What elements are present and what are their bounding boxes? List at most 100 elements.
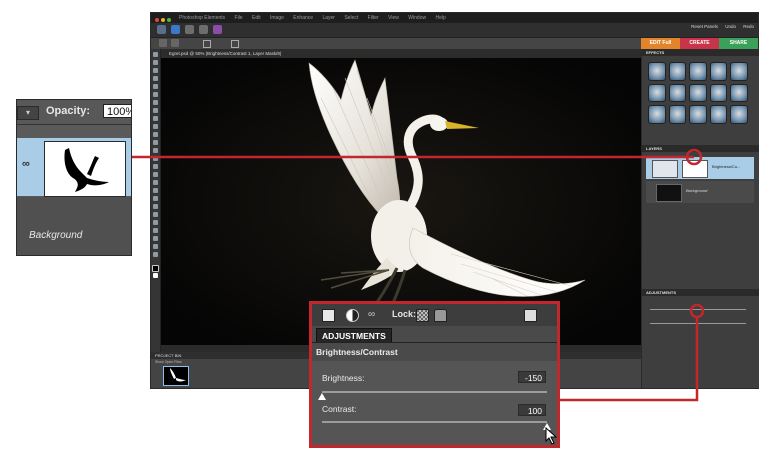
document-tab[interactable]: Egret.psd @ 50% (Brightness/Contrast 1, … [161,49,641,58]
sponge-tool-icon[interactable] [153,228,158,233]
minimize-window-icon[interactable] [161,18,165,22]
effect-thumbnail[interactable] [709,62,728,81]
panel-bin: EFFECTS LAYERS Brightness/Co... Backgrou… [641,49,759,388]
lock-transparency-icon[interactable] [416,309,429,322]
layers-panel-header[interactable]: LAYERS [642,145,759,152]
menu-file[interactable]: File [235,15,243,21]
lasso-option-icon[interactable] [171,39,179,47]
close-window-icon[interactable] [155,18,159,22]
project-bin-filter[interactable]: Show Open Files [151,359,182,365]
menu-help[interactable]: Help [435,15,445,21]
effect-thumbnail[interactable] [730,83,748,103]
clone-stamp-tool-icon[interactable] [153,156,158,161]
effects-panel-header[interactable]: EFFECTS [642,49,759,56]
type-tool-icon[interactable] [153,116,158,121]
trash-icon[interactable] [524,309,537,322]
background-color-swatch[interactable] [153,273,158,278]
effect-thumbnail[interactable] [668,62,687,81]
lasso-tool-icon[interactable] [153,92,158,97]
move-tool-icon[interactable] [153,52,158,57]
effect-thumbnail[interactable] [709,83,728,103]
adjustment-layer-icon[interactable] [346,309,359,322]
crop-tool-icon[interactable] [153,124,158,129]
effect-thumbnail[interactable] [730,62,748,81]
content-move-tool-icon[interactable] [153,252,158,257]
cookie-cutter-tool-icon[interactable] [153,244,158,249]
eyedropper-tool-icon[interactable] [153,76,158,81]
effect-thumbnail[interactable] [648,83,666,103]
sample-layers-checkbox[interactable] [203,40,211,48]
brightness-field[interactable]: -150 [518,371,546,383]
zoom-tool-icon[interactable] [153,60,158,65]
effect-thumbnail[interactable] [689,83,707,103]
shape-tool-icon[interactable] [153,212,158,217]
contrast-slider-track[interactable] [322,421,547,423]
quick-selection-tool-icon[interactable] [153,108,158,113]
tab-create[interactable]: CREATE [680,38,719,49]
menu-window[interactable]: Window [408,15,426,21]
brightness-slider-thumb[interactable] [318,393,326,400]
red-eye-tool-icon[interactable] [153,140,158,145]
layer-mask-thumbnail[interactable] [682,160,708,178]
effect-thumbnail[interactable] [648,105,666,124]
menu-filter[interactable]: Filter [368,15,379,21]
zoom-window-icon[interactable] [167,18,171,22]
effect-thumbnail[interactable] [709,105,728,124]
adjustment-title: Brightness/Contrast [316,347,398,357]
contrast-field[interactable]: 100 [518,404,546,416]
marquee-option-icon[interactable] [159,39,167,47]
effect-thumbnail[interactable] [689,62,707,81]
redo-button[interactable]: Redo [743,24,754,29]
paint-bucket-tool-icon[interactable] [153,196,158,201]
new-layer-icon[interactable] [322,309,335,322]
tab-adjustments[interactable]: ADJUSTMENTS [316,328,392,343]
link-layers-icon[interactable]: ∞ [368,309,375,320]
layer-mask-thumbnail[interactable] [44,141,126,197]
recompose-tool-icon[interactable] [153,132,158,137]
blend-mode-dropdown[interactable]: ▾ [17,106,39,120]
tab-edit-full[interactable]: EDIT Full [641,38,680,49]
effect-thumbnail[interactable] [668,105,687,124]
effect-thumbnail[interactable] [730,105,748,124]
gradient-tool-icon[interactable] [153,204,158,209]
menu-image[interactable]: Image [270,15,284,21]
layer-row-background[interactable]: Background [646,181,754,203]
hand-tool-icon[interactable] [153,68,158,73]
menu-edit[interactable]: Edit [252,15,261,21]
tab-share[interactable]: SHARE [719,38,758,49]
effect-thumbnail[interactable] [689,105,707,124]
healing-brush-tool-icon[interactable] [153,148,158,153]
project-bin-thumbnail[interactable] [163,366,189,386]
opacity-field[interactable]: 100% [103,104,131,118]
eraser-tool-icon[interactable] [153,164,158,169]
workspace-icon[interactable] [199,25,208,34]
background-layer-row[interactable] [17,197,131,255]
reset-panels-button[interactable]: Reset Panels [691,24,718,29]
magic-wand-tool-icon[interactable] [153,100,158,105]
layer-row-adjustment[interactable]: Brightness/Co... [646,157,754,179]
smart-brush-tool-icon[interactable] [153,188,158,193]
brush-tool-icon[interactable] [153,180,158,185]
straighten-tool-icon[interactable] [153,236,158,241]
brightness-slider-track[interactable] [322,391,547,393]
layout-icon[interactable] [185,25,194,34]
menu-enhance[interactable]: Enhance [293,15,313,21]
lock-all-icon[interactable] [434,309,447,322]
link-chain-icon[interactable]: ∞ [22,158,30,170]
antialias-checkbox[interactable] [231,40,239,48]
adjustments-panel-header[interactable]: ADJUSTMENTS [642,289,759,296]
menu-select[interactable]: Select [344,15,358,21]
brightness-label: Brightness: [322,373,365,383]
foreground-color-swatch[interactable] [152,265,159,272]
effect-thumbnail[interactable] [648,62,666,81]
organizer-icon[interactable] [157,25,166,34]
help-icon[interactable] [213,25,222,34]
pencil-tool-icon[interactable] [153,172,158,177]
marquee-tool-icon[interactable] [153,84,158,89]
effect-thumbnail[interactable] [668,83,687,103]
undo-button[interactable]: Undo [725,24,736,29]
blur-tool-icon[interactable] [153,220,158,225]
photoshop-icon[interactable] [171,25,180,34]
menu-layer[interactable]: Layer [322,15,335,21]
menu-view[interactable]: View [388,15,399,21]
